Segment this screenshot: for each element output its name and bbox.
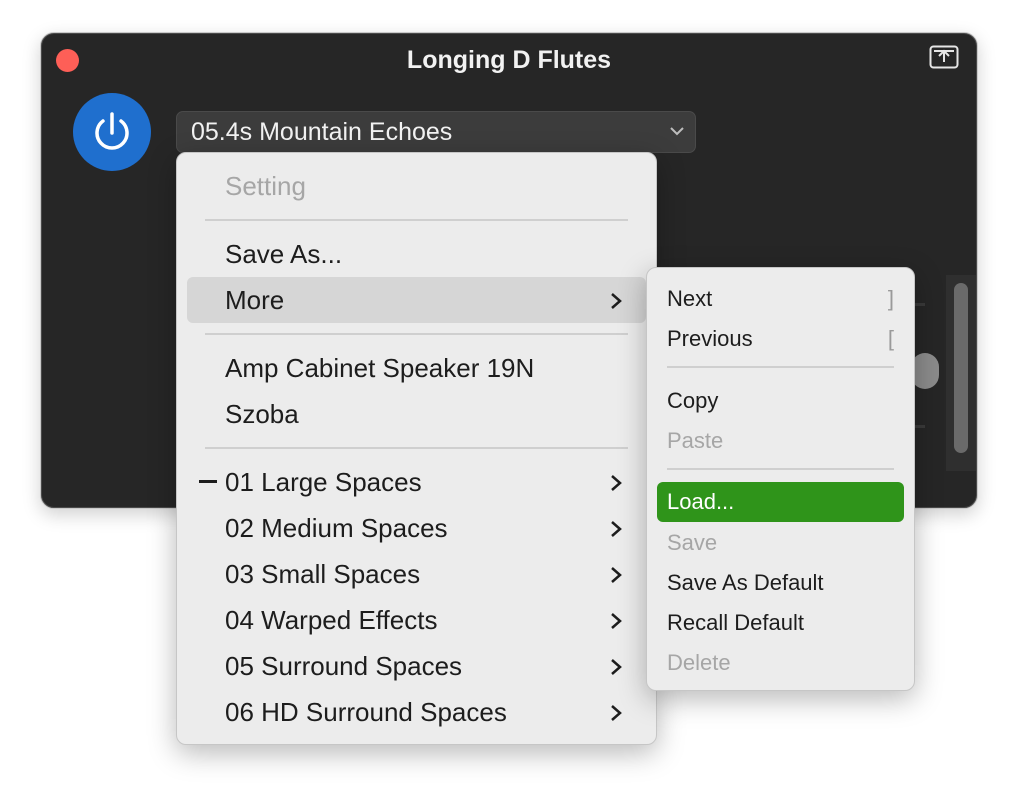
power-icon	[95, 112, 129, 150]
chevron-right-icon	[611, 705, 622, 721]
chevron-right-icon	[611, 567, 622, 583]
menu-separator	[205, 219, 628, 221]
menu-item-more-label: More	[225, 285, 285, 315]
menu-item-folder-label: 04 Warped Effects	[225, 605, 438, 635]
chevron-right-icon	[611, 613, 622, 629]
menu-item-next[interactable]: Next ]	[657, 279, 904, 319]
preset-name: 05.4s Mountain Echoes	[191, 118, 453, 146]
menu-item-recent[interactable]: Amp Cabinet Speaker 19N	[187, 345, 646, 391]
menu-item-folder-label: 06 HD Surround Spaces	[225, 697, 507, 727]
menu-item-recent[interactable]: Szoba	[187, 391, 646, 437]
menu-item-previous[interactable]: Previous [	[657, 319, 904, 359]
menu-item-next-label: Next	[667, 286, 713, 311]
window-title: Longing D Flutes	[406, 46, 612, 74]
menu-item-folder[interactable]: 05 Surround Spaces	[187, 643, 646, 689]
mixed-state-mark	[199, 480, 217, 483]
menu-item-delete: Delete	[667, 650, 731, 675]
knob[interactable]	[911, 353, 939, 389]
preset-dropdown[interactable]: 05.4s Mountain Echoes	[176, 111, 696, 153]
menu-item-load[interactable]: Load...	[657, 482, 904, 522]
preset-menu: Setting Save As... More Amp Cabinet Spea…	[176, 152, 657, 745]
menu-item-previous-label: Previous	[667, 326, 753, 351]
menu-item-folder[interactable]: 01 Large Spaces	[187, 459, 646, 505]
menu-item-paste: Paste	[667, 428, 724, 453]
menu-item-folder[interactable]: 02 Medium Spaces	[187, 505, 646, 551]
menu-item-folder[interactable]: 06 HD Surround Spaces	[187, 689, 646, 735]
chevron-right-icon	[611, 659, 622, 675]
more-submenu: Next ] Previous [ Copy Paste Load... Sav…	[646, 267, 915, 691]
menu-item-save: Save	[667, 530, 718, 555]
menu-item-save-as-default[interactable]: Save As Default	[657, 563, 904, 603]
scrollbar-thumb[interactable]	[954, 283, 968, 453]
chevron-right-icon	[611, 293, 622, 309]
menu-item-more[interactable]: More	[187, 277, 646, 323]
shortcut-label: [	[887, 326, 894, 351]
menu-separator	[667, 366, 894, 368]
chevron-right-icon	[611, 521, 622, 537]
menu-header-setting: Setting	[225, 171, 306, 201]
menu-item-save-as[interactable]: Save As...	[187, 231, 646, 277]
chevron-right-icon	[611, 475, 622, 491]
menu-separator	[667, 468, 894, 470]
menu-separator	[205, 333, 628, 335]
menu-item-folder[interactable]: 04 Warped Effects	[187, 597, 646, 643]
menu-item-folder-label: 03 Small Spaces	[225, 559, 421, 589]
menu-item-folder-label: 01 Large Spaces	[225, 467, 422, 497]
shortcut-label: ]	[887, 286, 894, 311]
menu-separator	[205, 447, 628, 449]
menu-item-folder[interactable]: 03 Small Spaces	[187, 551, 646, 597]
export-icon[interactable]	[929, 45, 959, 69]
menu-item-copy[interactable]: Copy	[657, 381, 904, 421]
scrollbar[interactable]	[946, 275, 976, 471]
menu-item-recall-default[interactable]: Recall Default	[657, 603, 904, 643]
chevron-down-icon	[670, 127, 684, 136]
menu-item-folder-label: 05 Surround Spaces	[225, 651, 463, 681]
menu-item-folder-label: 02 Medium Spaces	[225, 513, 448, 543]
power-button[interactable]	[73, 93, 151, 171]
